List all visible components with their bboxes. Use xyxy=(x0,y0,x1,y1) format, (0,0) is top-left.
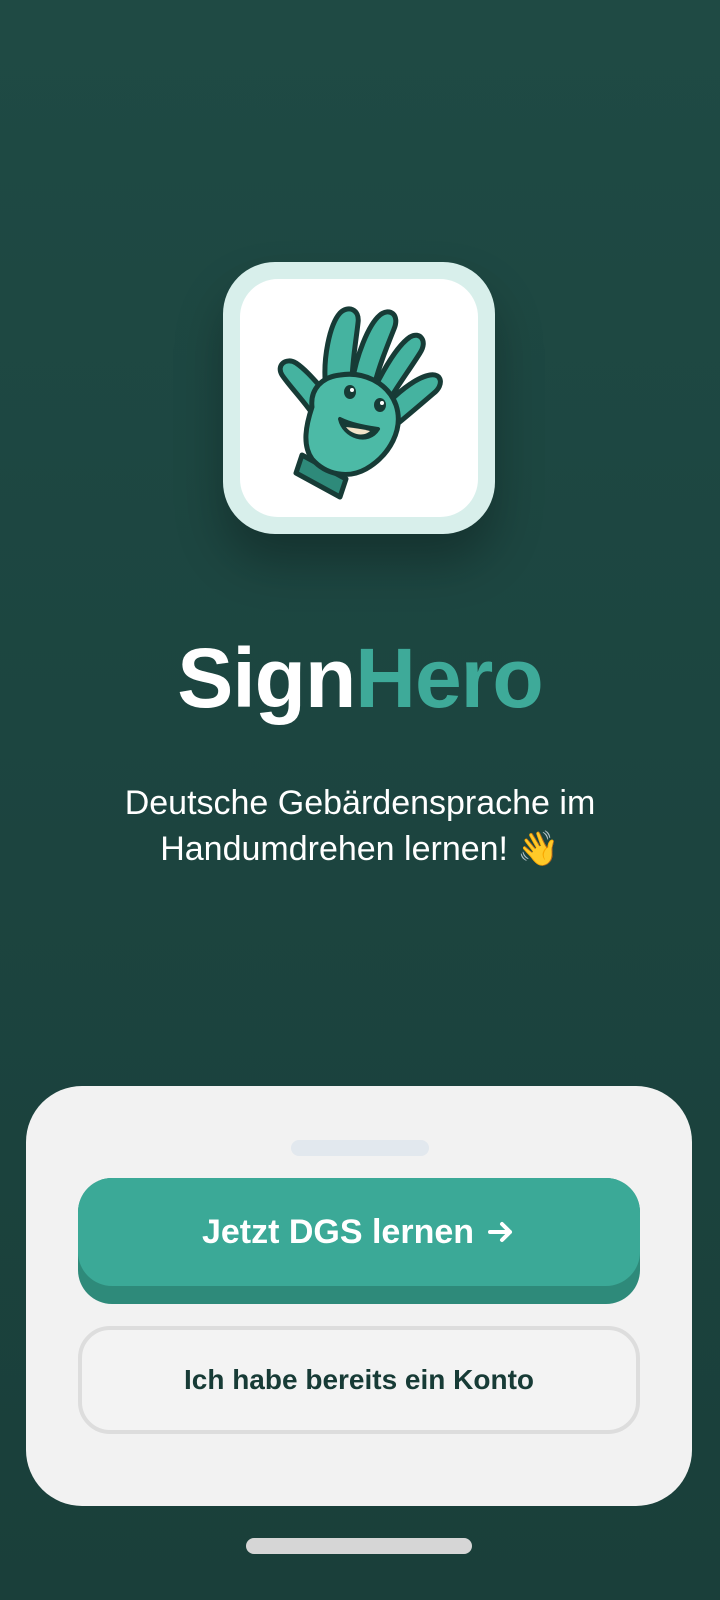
start-learning-button-face[interactable]: Jetzt DGS lernen xyxy=(78,1178,640,1286)
app-logo xyxy=(223,262,495,534)
logo-inner xyxy=(240,279,478,517)
app-title-hero: Hero xyxy=(355,631,543,725)
existing-account-button[interactable]: Ich habe bereits ein Konto xyxy=(78,1326,640,1434)
existing-account-label: Ich habe bereits ein Konto xyxy=(183,1364,535,1395)
sheet-handle[interactable] xyxy=(291,1140,429,1156)
tagline-line-2: Handumdrehen lernen! 👋 xyxy=(160,830,560,868)
app-title: SignHero xyxy=(0,628,720,728)
start-learning-label: Jetzt DGS lernen xyxy=(201,1212,475,1251)
app-title-sign: Sign xyxy=(177,631,356,725)
start-learning-button[interactable]: Jetzt DGS lernen xyxy=(78,1178,640,1304)
tagline-line-1: Deutsche Gebärdensprache im xyxy=(124,784,596,822)
tagline: Deutsche Gebärdensprache im Handumdrehen… xyxy=(60,780,660,872)
arrow-right-icon xyxy=(488,1222,513,1242)
waving-hand-mascot-icon xyxy=(277,306,443,500)
home-indicator[interactable] xyxy=(246,1538,472,1554)
bottom-sheet: Jetzt DGS lernen Ich habe bereits ein Ko… xyxy=(26,1086,692,1506)
